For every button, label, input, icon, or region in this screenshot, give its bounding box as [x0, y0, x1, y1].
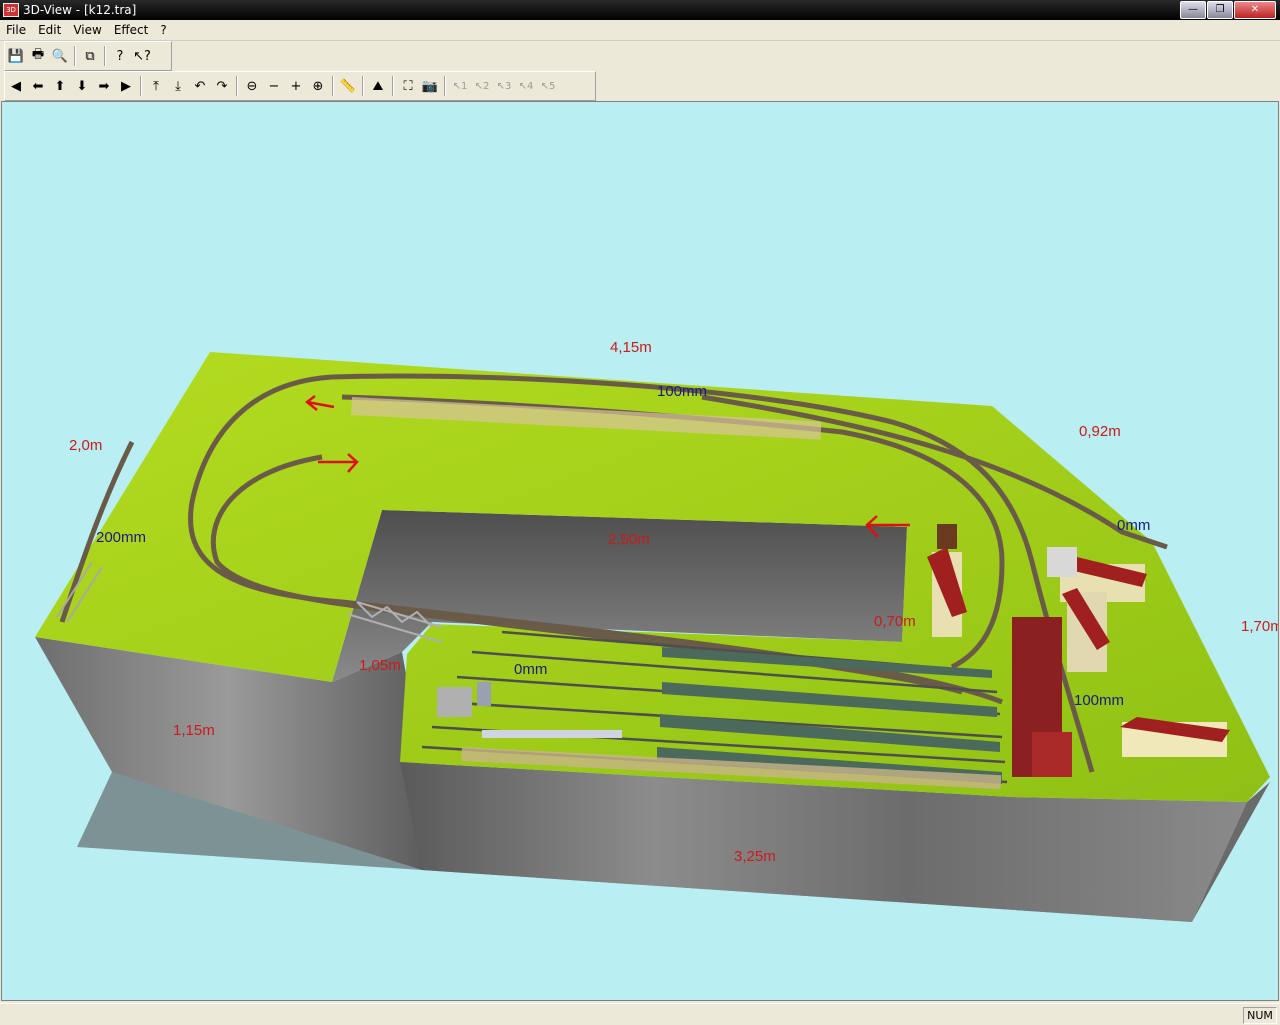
- view-3-icon: ↖3: [496, 80, 512, 92]
- terrain-icon: ⛰: [372, 78, 384, 94]
- rotate-left-button[interactable]: ↶: [189, 75, 211, 97]
- window-title: 3D-View - [k12.tra]: [23, 3, 137, 17]
- dim-left-depth: 2,0m: [69, 437, 102, 454]
- copy-icon: ⧉: [85, 48, 95, 64]
- move-right-button[interactable]: ▶: [115, 75, 137, 97]
- copy-button[interactable]: ⧉: [79, 45, 101, 67]
- toolbar-separator: [104, 46, 106, 66]
- num-lock-indicator: NUM: [1243, 1007, 1277, 1024]
- toolbar-separator: [392, 76, 394, 96]
- dim-cutout-width: 2,50m: [608, 531, 650, 548]
- rotate-right-button[interactable]: ↷: [211, 75, 233, 97]
- fit-view-button[interactable]: ⛶: [397, 75, 419, 97]
- dim-front-width: 3,25m: [734, 848, 776, 865]
- view-toolbar: ◀ ⬅ ⬆ ⬇ ➡ ▶ ⤒ ⤓ ↶ ↷ ⊖ − + ⊕ 📏 ⛰ ⛶ 📷 ↖1 ↖2 ↖3 ↖4 ↖5: [4, 71, 596, 101]
- tilt-up-button[interactable]: ⤒: [145, 75, 167, 97]
- print-preview-icon: 🔍: [51, 48, 69, 64]
- maximize-button[interactable]: ❐: [1207, 1, 1233, 19]
- height-yard: 0mm: [514, 661, 547, 678]
- toolbar-separator: [444, 76, 446, 96]
- zoom-out-button[interactable]: −: [263, 75, 285, 97]
- zoom-in-all-icon: ⊕: [312, 78, 324, 94]
- close-button[interactable]: ✕: [1234, 1, 1276, 19]
- tilt-down-icon: ⤓: [175, 78, 181, 94]
- tilt-up-icon: ⤒: [153, 78, 159, 94]
- help-button[interactable]: ?: [109, 45, 131, 67]
- context-help-button[interactable]: ↖?: [131, 45, 153, 67]
- menu-view[interactable]: View: [67, 23, 107, 37]
- app-icon: 3D: [3, 3, 19, 17]
- save-button[interactable]: 💾: [5, 45, 27, 67]
- title-bar: 3D 3D-View - [k12.tra] — ❐ ✕: [0, 0, 1280, 20]
- print-icon: 🖶: [31, 47, 45, 62]
- zoom-out-all-button[interactable]: ⊖: [241, 75, 263, 97]
- help-icon: ?: [116, 48, 124, 64]
- view-2-button[interactable]: ↖2: [471, 75, 493, 97]
- height-right-corner: 0mm: [1117, 517, 1150, 534]
- toolbar-separator: [140, 76, 142, 96]
- view-1-button[interactable]: ↖1: [449, 75, 471, 97]
- zoom-out-all-icon: ⊖: [246, 78, 258, 94]
- print-button[interactable]: 🖶: [27, 45, 49, 67]
- menu-bar: File Edit View Effect ?: [0, 20, 1280, 41]
- height-top: 100mm: [657, 383, 707, 400]
- move-left-button[interactable]: ◀: [5, 75, 27, 97]
- arrow-left-bold-icon: ⬅: [32, 78, 44, 94]
- dim-left-front: 1,05m: [359, 657, 401, 674]
- view-3-button[interactable]: ↖3: [493, 75, 515, 97]
- move-back-right-button[interactable]: ➡: [93, 75, 115, 97]
- print-preview-button[interactable]: 🔍: [49, 45, 71, 67]
- measure-button[interactable]: 📏: [337, 75, 359, 97]
- toolbar-separator: [236, 76, 238, 96]
- save-icon: 💾: [7, 48, 25, 64]
- dim-top-width: 4,15m: [610, 339, 652, 356]
- menu-file[interactable]: File: [0, 23, 32, 37]
- toolbar-separator: [362, 76, 364, 96]
- minimize-button[interactable]: —: [1180, 1, 1206, 19]
- move-back-left-button[interactable]: ⬅: [27, 75, 49, 97]
- 3d-viewport[interactable]: 4,15m 2,0m 0,92m 1,70m 2,50m 0,70m 1,05m…: [1, 101, 1279, 1001]
- dim-cutout-depth: 0,70m: [874, 613, 916, 630]
- camera-icon: 📷: [421, 78, 439, 94]
- dim-right-upper: 0,92m: [1079, 423, 1121, 440]
- height-left: 200mm: [96, 529, 146, 546]
- zoom-in-all-button[interactable]: ⊕: [307, 75, 329, 97]
- view-5-icon: ↖5: [540, 80, 556, 92]
- standard-toolbar: 💾 🖶 🔍 ⧉? ↖?: [4, 41, 172, 71]
- camera-button[interactable]: 📷: [419, 75, 441, 97]
- rotate-left-icon: ↶: [194, 78, 206, 94]
- terrain-button[interactable]: ⛰: [367, 75, 389, 97]
- menu-help[interactable]: ?: [154, 23, 172, 37]
- view-1-icon: ↖1: [452, 80, 468, 92]
- fit-view-icon: ⛶: [403, 78, 413, 94]
- arrow-left-icon: ◀: [11, 78, 21, 94]
- arrow-right-bold-icon: ➡: [98, 78, 110, 94]
- move-up-button[interactable]: ⬆: [49, 75, 71, 97]
- tilt-down-button[interactable]: ⤓: [167, 75, 189, 97]
- toolbar-separator: [332, 76, 334, 96]
- view-5-button[interactable]: ↖5: [537, 75, 559, 97]
- rotate-right-icon: ↷: [216, 78, 228, 94]
- zoom-out-icon: −: [268, 78, 280, 94]
- arrow-down-icon: ⬇: [76, 78, 88, 94]
- context-help-icon: ↖?: [133, 48, 151, 64]
- height-right-front: 100mm: [1074, 692, 1124, 709]
- arrow-up-icon: ⬆: [54, 78, 66, 94]
- dim-right-depth: 1,70m: [1241, 618, 1278, 635]
- zoom-in-icon: +: [290, 78, 302, 94]
- menu-edit[interactable]: Edit: [32, 23, 67, 37]
- view-2-icon: ↖2: [474, 80, 490, 92]
- measure-icon: 📏: [339, 78, 357, 94]
- menu-effect[interactable]: Effect: [108, 23, 155, 37]
- view-4-icon: ↖4: [518, 80, 534, 92]
- toolbar-separator: [74, 46, 76, 66]
- zoom-in-button[interactable]: +: [285, 75, 307, 97]
- view-4-button[interactable]: ↖4: [515, 75, 537, 97]
- move-down-button[interactable]: ⬇: [71, 75, 93, 97]
- dim-left-lower: 1,15m: [173, 722, 215, 739]
- arrow-right-icon: ▶: [121, 78, 131, 94]
- layout-3d-scene: 4,15m 2,0m 0,92m 1,70m 2,50m 0,70m 1,05m…: [35, 339, 1278, 922]
- status-bar: NUM: [0, 1003, 1280, 1025]
